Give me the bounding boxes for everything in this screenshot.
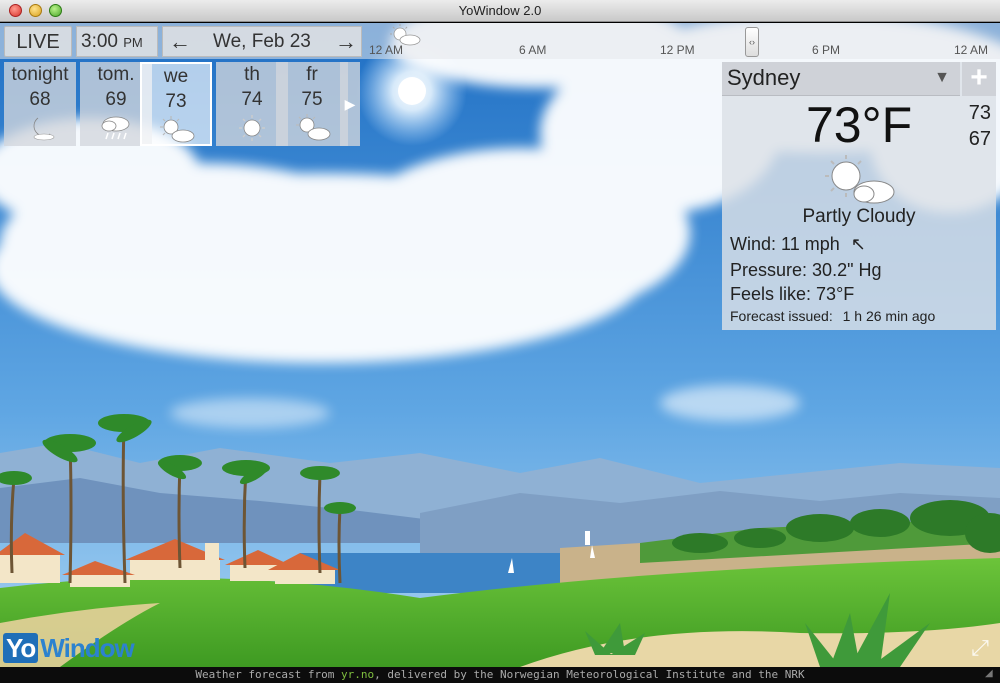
timeline-tick: 12 AM (369, 43, 404, 57)
feels-like-label: Feels like: (730, 284, 812, 304)
forecast-day-name: fr (306, 64, 318, 85)
yr-no-link[interactable]: yr.no (341, 668, 374, 681)
feels-like-value: 73°F (816, 284, 855, 304)
high-temp: 73 (968, 102, 991, 124)
forecast-day-tonight[interactable]: tonight 68 (4, 62, 76, 146)
timeline-tick: 12 AM (954, 43, 989, 57)
wind-row: Wind: 11 mph ↖ (730, 234, 866, 255)
date-navigator: ← We, Feb 23 → (162, 26, 362, 57)
feels-like-row: Feels like: 73°F (730, 284, 854, 305)
timeline-tick: 6 AM (519, 43, 547, 57)
next-day-arrow-icon[interactable]: → (335, 27, 357, 57)
wind-value: 11 mph (781, 234, 840, 254)
city-selector[interactable]: Sydney ▼ (722, 62, 960, 96)
partly-cloudy-icon (825, 155, 895, 204)
timeline-tick: 12 PM (660, 43, 695, 57)
forecast-next-arrow-icon[interactable]: ▶ (340, 62, 360, 146)
forecast-day-temp: 68 (29, 89, 51, 110)
title-bar: YoWindow 2.0 (0, 0, 1000, 22)
forecast-issued-value: 1 h 26 min ago (842, 308, 936, 324)
minimize-window-button[interactable] (29, 4, 42, 17)
pressure-value: 30.2" Hg (812, 260, 882, 280)
forecast-day-name: tonight (11, 64, 69, 85)
logo-part-yo: Yo (3, 633, 39, 663)
city-name: Sydney (727, 65, 801, 90)
wind-direction-icon: ↖ (850, 234, 866, 254)
forecast-day-name: we (163, 66, 189, 87)
time-ampm: PM (123, 35, 143, 50)
low-temp: 67 (968, 128, 991, 150)
rain-icon (101, 116, 130, 140)
date-label: We, Feb 23 (213, 31, 311, 52)
condition-text: Partly Cloudy (802, 206, 916, 227)
forecast-day-wednesday[interactable]: we 73 (140, 62, 212, 146)
footer-prefix: Weather forecast from (195, 668, 342, 681)
yowindow-logo[interactable]: Yo Window (3, 632, 140, 664)
partly-cloudy-icon (296, 114, 331, 141)
pressure-label: Pressure: (730, 260, 808, 280)
close-window-button[interactable] (9, 4, 22, 17)
time-slider-track[interactable]: 12 AM 6 AM 12 PM 6 PM 12 AM (366, 23, 1000, 59)
moon-icon (33, 117, 55, 141)
previous-day-arrow-icon[interactable]: ← (169, 27, 191, 57)
zoom-window-button[interactable] (49, 4, 62, 17)
timeline-tick: 6 PM (812, 43, 841, 57)
high-low-temps: 73 67 (969, 100, 991, 152)
forecast-day-temp: 73 (165, 91, 187, 112)
chevron-down-icon[interactable]: ▼ (934, 62, 950, 94)
footer-suffix: , delivered by the Norwegian Meteorologi… (374, 668, 805, 681)
pressure-row: Pressure: 30.2" Hg (730, 260, 881, 281)
attribution-footer: Weather forecast from yr.no, delivered b… (0, 667, 1000, 683)
forecast-day-friday[interactable]: fr 75 (276, 62, 348, 146)
partly-cloudy-icon (160, 116, 195, 143)
live-button[interactable]: LIVE (4, 26, 72, 57)
resize-grip-icon[interactable]: ◢ (985, 668, 999, 682)
sun-icon (239, 115, 265, 141)
current-conditions-panel: Sydney ▼ + 73°F 73 67 Partly Cloudy Wind… (722, 62, 996, 330)
forecast-issued-label: Forecast issued: (730, 308, 833, 324)
forecast-day-temp: 75 (301, 89, 323, 110)
window-title: YoWindow 2.0 (458, 3, 542, 18)
forecast-issued-row: Forecast issued: 1 h 26 min ago (730, 308, 935, 324)
add-location-button[interactable]: + (962, 62, 996, 96)
time-display[interactable]: 3:00 PM (76, 26, 158, 57)
time-slider-handle[interactable]: ‹› (745, 27, 759, 57)
current-temperature: 73°F (806, 97, 913, 153)
fullscreen-icon[interactable]: ⤢ (966, 634, 994, 662)
wind-label: Wind: (730, 234, 777, 254)
logo-part-window: Window (40, 633, 134, 663)
time-value: 3:00 (81, 31, 118, 52)
